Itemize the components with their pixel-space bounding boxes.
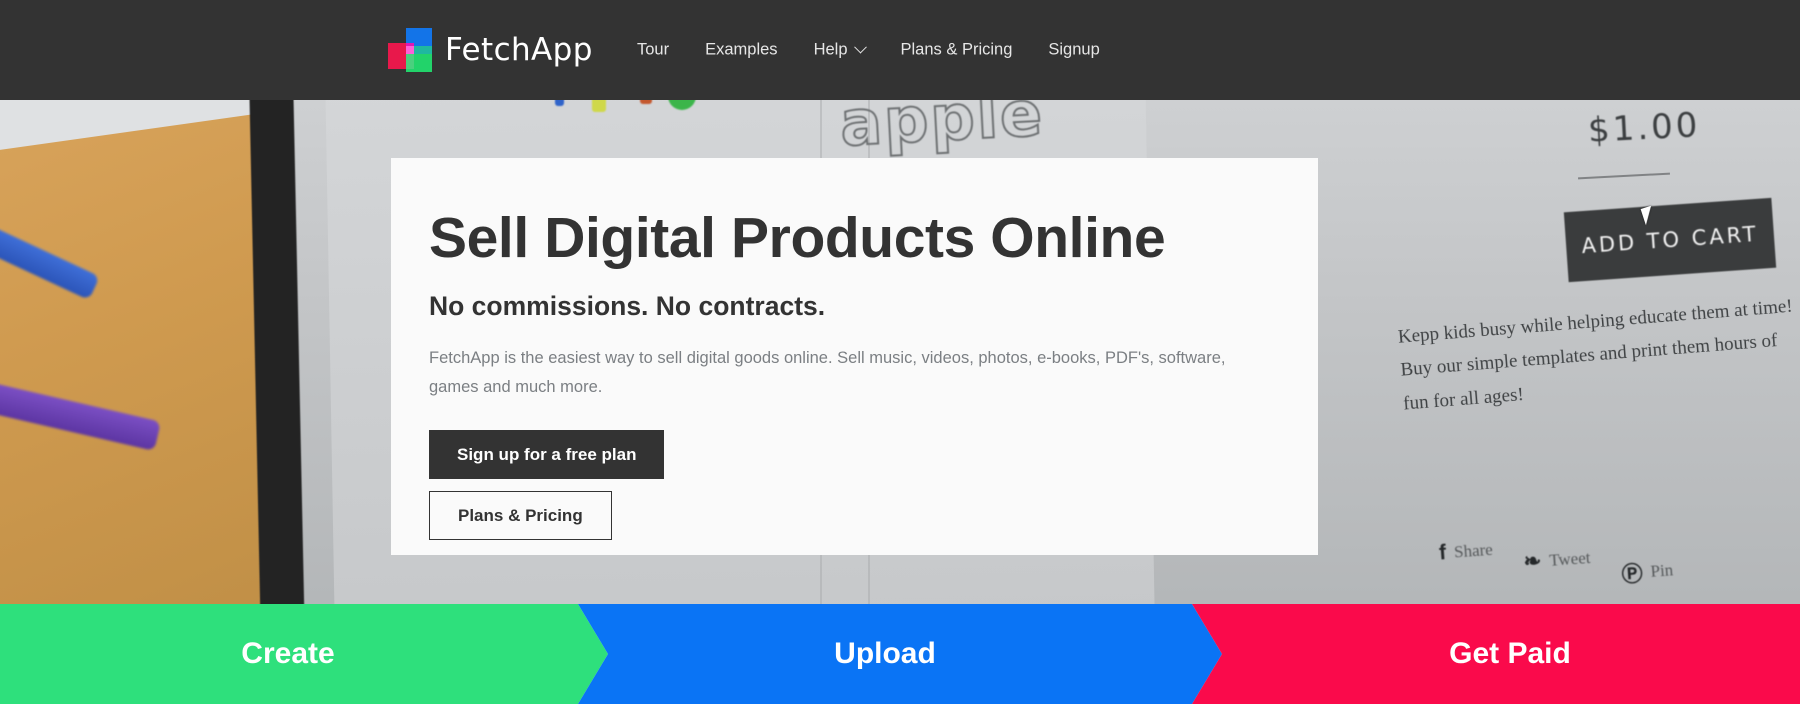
step-label: Get Paid (1449, 637, 1571, 670)
photo-price-label: $1.00 (1586, 105, 1701, 151)
steps-banner: Create Upload Get Paid (0, 604, 1800, 704)
pinterest-pin-label: Pin (1649, 560, 1674, 581)
nav-item-plans-pricing[interactable]: Plans & Pricing (883, 35, 1031, 66)
photo-apple-word: apple (837, 100, 1046, 161)
nav-label: Plans & Pricing (900, 40, 1013, 59)
page-root: FetchApp Tour Examples Help Plans & Pric… (0, 0, 1800, 704)
plans-pricing-button[interactable]: Plans & Pricing (429, 490, 612, 540)
step-label: Create (241, 637, 335, 670)
nav-label: Help (813, 40, 848, 59)
step-get-paid[interactable]: Get Paid (1192, 604, 1800, 704)
step-label: Upload (834, 637, 936, 670)
nav-item-signup[interactable]: Signup (1030, 35, 1117, 66)
nav-item-tour[interactable]: Tour (637, 35, 687, 66)
signup-free-plan-button[interactable]: Sign up for a free plan (429, 429, 665, 479)
pinterest-share-item: Ⓟ Pin (1621, 555, 1675, 589)
hero-button-row: Sign up for a free plan Plans & Pricing (429, 429, 1268, 540)
nav-label: Examples (705, 40, 778, 59)
brand-name: FetchApp (445, 32, 593, 68)
nav-item-examples[interactable]: Examples (687, 35, 795, 66)
facebook-share-label: Share (1453, 539, 1494, 562)
nav-label: Signup (1048, 40, 1100, 59)
page-title: Sell Digital Products Online (429, 206, 1166, 270)
brand-logo-link[interactable]: FetchApp (388, 28, 593, 72)
site-header: FetchApp Tour Examples Help Plans & Pric… (0, 0, 1800, 100)
chevron-down-icon (853, 40, 867, 54)
fetchapp-squares-logo (388, 28, 432, 72)
hero-body-text: FetchApp is the easiest way to sell digi… (429, 349, 1226, 396)
twitter-share-item: ❧ Tweet (1523, 545, 1591, 575)
twitter-tweet-label: Tweet (1548, 547, 1592, 570)
main-navigation: Tour Examples Help Plans & Pricing Signu… (637, 35, 1118, 66)
photo-add-to-cart-label: ADD TO CART (1580, 221, 1760, 259)
hero-card: Sell Digital Products Online No commissi… (391, 158, 1318, 555)
facebook-share-item: f Share (1438, 538, 1493, 566)
step-create[interactable]: Create (0, 604, 608, 704)
photo-add-to-cart-button: ADD TO CART (1563, 197, 1777, 283)
nav-item-help[interactable]: Help (796, 35, 883, 66)
twitter-icon: ❧ (1522, 549, 1543, 574)
pinterest-icon: Ⓟ (1620, 562, 1644, 587)
step-upload[interactable]: Upload (578, 604, 1222, 704)
nav-label: Tour (637, 40, 670, 59)
hero-subheading: No commissions. No contracts. (429, 291, 826, 321)
facebook-icon: f (1438, 541, 1447, 565)
